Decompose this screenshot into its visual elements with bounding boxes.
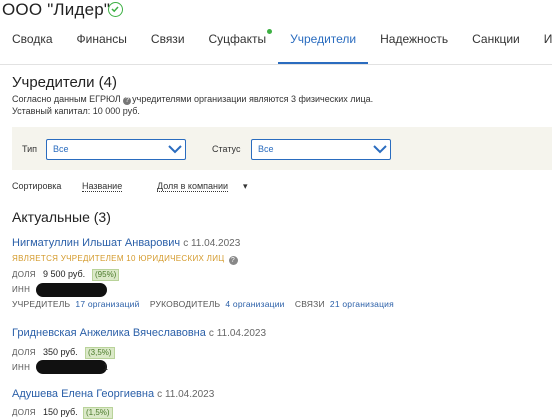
new-indicator-dot (267, 29, 273, 34)
redacted-inn (36, 360, 107, 374)
filter-panel: Тип Все Статус Все (12, 127, 552, 170)
manager-orgs-link[interactable]: 4 организации (225, 299, 284, 309)
share-percent-badge: (95%) (92, 269, 120, 281)
warning-text: ЯВЛЯЕТСЯ УЧРЕДИТЕЛЕМ 10 ЮРИДИЧЕСКИХ ЛИЦ? (12, 254, 238, 265)
actual-title: Актуальные (3) (12, 209, 111, 225)
sort-label: Сортировка (12, 181, 62, 191)
tab-founders[interactable]: Учредители (278, 28, 369, 64)
share-value: 350 руб. (43, 347, 78, 357)
sort-arrow-icon[interactable]: ▾ (243, 181, 248, 192)
status-select[interactable]: Все (251, 139, 391, 160)
chevron-down-icon (373, 145, 387, 154)
inn-label: ИНН (12, 285, 31, 294)
chevron-down-icon (168, 145, 182, 154)
page-header: ООО "Лидер" Сводка Финансы Связи Суцфакт… (0, 0, 552, 65)
sort-by-share[interactable]: Доля в компании (157, 181, 229, 192)
egrul-info: Согласно данным ЕГРЮЛ ? учредителями орга… (12, 94, 374, 105)
tab-finances[interactable]: Финансы (65, 28, 139, 64)
person-name-link[interactable]: Нигматуллин Ильшат Анварович (12, 237, 180, 249)
check-circle-icon (108, 2, 123, 17)
tab-summary[interactable]: Сводка (0, 28, 65, 64)
tab-bar: Сводка Финансы Связи Суцфакты Учредители… (0, 28, 552, 64)
share-value: 9 500 руб. (43, 269, 86, 279)
share-label: ДОЛЯ (12, 408, 36, 417)
share-percent-badge: (3,5%) (85, 347, 115, 359)
inn-tail: 1 (103, 362, 109, 372)
info-icon[interactable]: ? (228, 256, 238, 265)
redacted-inn (36, 283, 107, 297)
person-row-1: Нигматуллин Ильшат Анварович с 11.04.202… (12, 237, 240, 249)
company-name: ООО "Лидер" (2, 0, 111, 19)
tab-reliability[interactable]: Надежность (368, 28, 460, 64)
sort-by-name[interactable]: Название (82, 181, 123, 192)
founder-orgs-link[interactable]: 17 организаций (75, 299, 139, 309)
tab-sanctions[interactable]: Санкции (460, 28, 532, 64)
person-row-2: Гридневская Анжелика Вячеславовна с 11.0… (12, 327, 266, 339)
capital-info: Уставный капитал: 10 000 руб. (12, 106, 140, 116)
person-since: с 11.04.2023 (157, 389, 215, 400)
person-stats: УЧРЕДИТЕЛЬ 17 организаций РУКОВОДИТЕЛЬ 4… (12, 299, 394, 309)
share-percent-badge: (1,5%) (83, 407, 113, 419)
tab-facts[interactable]: Суцфакты (197, 28, 279, 64)
links-orgs-link[interactable]: 21 организация (330, 299, 394, 309)
help-icon[interactable]: ? (123, 97, 132, 105)
status-filter-label: Статус (212, 144, 241, 154)
type-select[interactable]: Все (46, 139, 186, 160)
tab-history[interactable]: Истор (532, 28, 552, 64)
person-since: с 11.04.2023 (183, 238, 241, 249)
inn-label: ИНН (12, 363, 31, 372)
type-filter-label: Тип (22, 144, 38, 154)
share-label: ДОЛЯ (12, 348, 36, 357)
person-since: с 11.04.2023 (208, 328, 267, 339)
section-title: Учредители (4) (12, 74, 118, 91)
person-row-3: Адушева Елена Георгиевна с 11.04.2023 (12, 388, 214, 400)
person-name-link[interactable]: Адушева Елена Георгиевна (12, 388, 154, 400)
person-name-link[interactable]: Гридневская Анжелика Вячеславовна (12, 327, 206, 339)
tab-links[interactable]: Связи (139, 28, 197, 64)
share-value: 150 руб. (43, 407, 78, 417)
share-label: ДОЛЯ (12, 270, 36, 279)
